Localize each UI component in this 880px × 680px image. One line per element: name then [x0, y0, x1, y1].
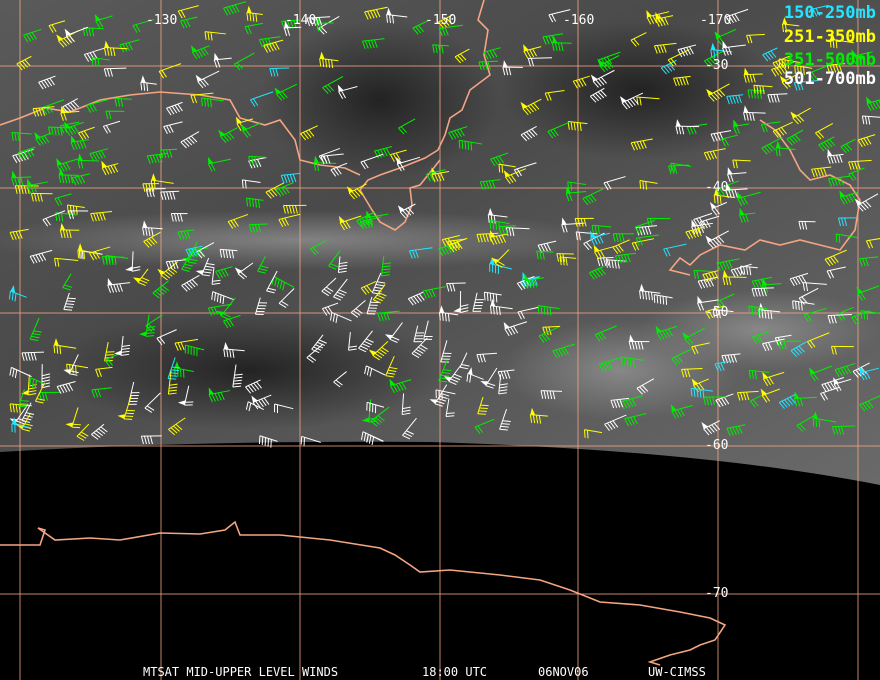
legend-351-500mb: 351-500mb [783, 50, 876, 70]
dry-slot [260, 20, 500, 180]
caption-date: 06NOV06 [538, 665, 589, 679]
longitude-label: -130 [146, 13, 178, 28]
latitude-label: -50 [705, 305, 729, 320]
latitude-label: -60 [705, 438, 729, 453]
moist-band [640, 290, 880, 370]
satellite-wind-map: -130 -140 -150 -160 -170 -30 -40 -50 -60… [0, 0, 880, 680]
longitude-label: -160 [563, 13, 595, 28]
legend-251-350mb: 251-350mb [783, 27, 876, 47]
caption-source: UW-CIMSS [648, 665, 706, 679]
legend-501-700mb: 501-700mb [783, 69, 876, 89]
longitude-label: -150 [425, 13, 457, 28]
legend-150-250mb: 150-250mb [783, 3, 876, 23]
caption-bar: MTSAT MID-UPPER LEVEL WINDS 18:00 UTC 06… [0, 595, 880, 679]
caption-time: 18:00 UTC [422, 665, 488, 679]
longitude-label: -170 [700, 13, 732, 28]
dry-slot [500, 20, 780, 160]
map-canvas [0, 0, 880, 680]
caption-product: MTSAT MID-UPPER LEVEL WINDS [143, 665, 339, 679]
longitude-label: -140 [285, 13, 317, 28]
latitude-label: -40 [705, 180, 729, 195]
latitude-label: -30 [705, 58, 729, 73]
